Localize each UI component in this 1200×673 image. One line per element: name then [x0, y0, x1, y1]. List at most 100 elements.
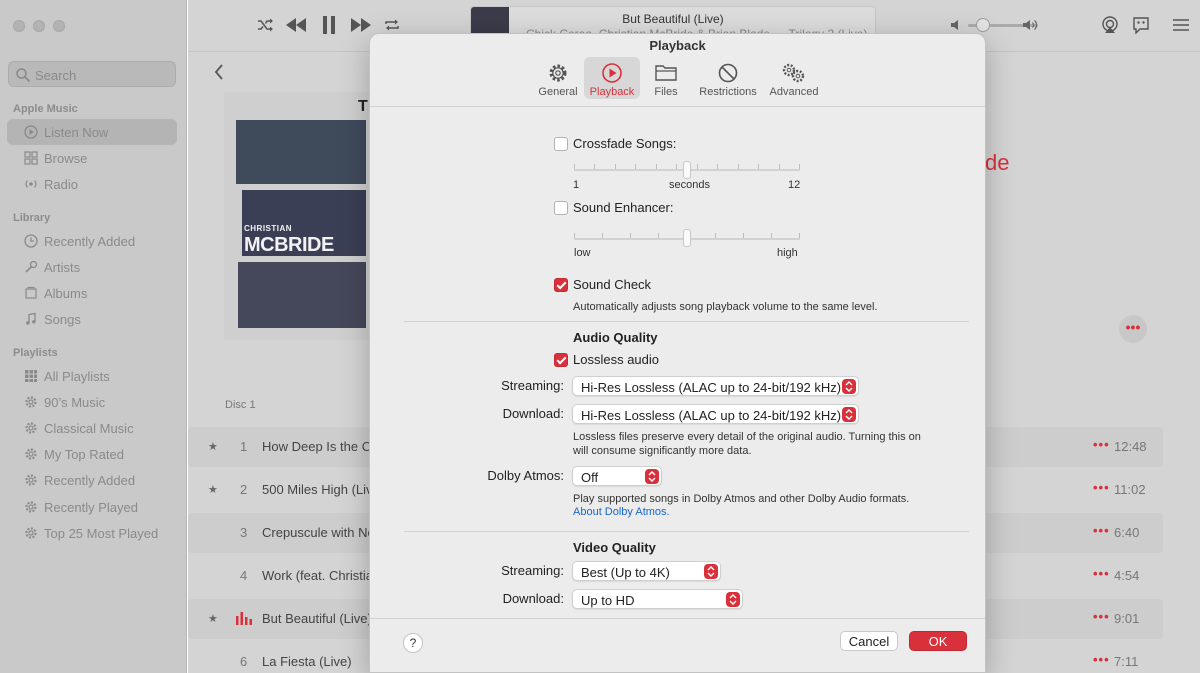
- sidebar-item-recently-played[interactable]: Recently Played: [7, 494, 177, 520]
- track-duration: 6:40: [1114, 525, 1140, 540]
- album-more-button[interactable]: •••: [1119, 315, 1147, 343]
- tab-label: Advanced: [769, 86, 819, 98]
- help-button[interactable]: ?: [403, 633, 423, 653]
- grid-icon: [23, 369, 38, 384]
- sidebar-item-artists[interactable]: Artists: [7, 254, 177, 280]
- sidebar-item-recently-added-playlist[interactable]: Recently Added: [7, 467, 177, 493]
- sidebar-item-90s-music[interactable]: 90’s Music: [7, 389, 177, 415]
- lossless-audio-label: Lossless audio: [573, 352, 659, 367]
- sidebar-item-radio[interactable]: Radio: [7, 171, 177, 197]
- artwork-panel: [236, 120, 366, 184]
- queue-icon[interactable]: [1171, 15, 1191, 35]
- chevron-updown-icon: [726, 592, 740, 607]
- track-more-icon[interactable]: •••: [1093, 652, 1110, 667]
- audio-streaming-select[interactable]: Hi-Res Lossless (ALAC up to 24-bit/192 k…: [572, 376, 859, 396]
- sidebar-item-albums[interactable]: Albums: [7, 280, 177, 306]
- sidebar-item-listen-now[interactable]: Listen Now: [7, 119, 177, 145]
- track-more-icon[interactable]: •••: [1093, 523, 1110, 538]
- sidebar-item-label: Recently Added: [44, 472, 136, 488]
- sidebar-item-label: Songs: [44, 311, 81, 327]
- volume-slider-knob[interactable]: [976, 18, 990, 32]
- section-apple-music: Apple Music: [13, 103, 78, 115]
- music-note-icon: [23, 312, 38, 327]
- sidebar-item-classical-music[interactable]: Classical Music: [7, 415, 177, 441]
- search-input[interactable]: Search: [8, 61, 176, 87]
- sidebar-item-label: Top 25 Most Played: [44, 525, 159, 541]
- tab-label: Restrictions: [699, 86, 757, 98]
- chevron-updown-icon: [842, 407, 856, 422]
- shuffle-icon[interactable]: [256, 16, 274, 34]
- track-title: Crepuscule with Ne: [262, 525, 375, 540]
- tab-label: Playback: [589, 86, 635, 98]
- slider-tick: [758, 164, 759, 169]
- lossless-note-line2: will consume significantly more data.: [573, 445, 752, 457]
- gear-icon: [23, 447, 38, 462]
- pause-button[interactable]: [319, 14, 339, 36]
- airplay-icon[interactable]: [1100, 15, 1120, 35]
- sidebar-item-label: Recently Added: [44, 233, 136, 249]
- sound-check-description: Automatically adjusts song playback volu…: [573, 301, 878, 313]
- slider-tick: [738, 164, 739, 169]
- dolby-atmos-select[interactable]: Off: [572, 466, 662, 486]
- section-library: Library: [13, 212, 51, 224]
- select-value: Off: [581, 470, 599, 485]
- video-streaming-select[interactable]: Best (Up to 4K): [572, 561, 721, 581]
- repeat-icon[interactable]: [383, 16, 401, 34]
- tab-advanced[interactable]: Advanced: [766, 57, 822, 99]
- slider-tick: [574, 233, 575, 238]
- track-duration: 4:54: [1114, 568, 1140, 583]
- track-more-icon[interactable]: •••: [1093, 480, 1110, 495]
- lossless-note-line1: Lossless files preserve every detail of …: [573, 431, 921, 443]
- zoom-window-button[interactable]: [53, 20, 65, 32]
- sidebar-item-recently-added[interactable]: Recently Added: [7, 228, 177, 254]
- sidebar-item-browse[interactable]: Browse: [7, 145, 177, 171]
- minimize-window-button[interactable]: [33, 20, 45, 32]
- video-quality-heading: Video Quality: [573, 540, 656, 555]
- tab-playback[interactable]: Playback: [584, 57, 640, 99]
- tab-general[interactable]: General: [534, 57, 582, 99]
- video-streaming-label: Streaming:: [501, 563, 564, 578]
- audio-download-select[interactable]: Hi-Res Lossless (ALAC up to 24-bit/192 k…: [572, 404, 859, 424]
- audio-download-label: Download:: [502, 406, 564, 421]
- sidebar-item-top-25-most-played[interactable]: Top 25 Most Played: [7, 520, 177, 546]
- track-number: 3: [240, 525, 248, 540]
- close-window-button[interactable]: [13, 20, 25, 32]
- track-more-icon[interactable]: •••: [1093, 437, 1110, 452]
- sidebar-item-label: Browse: [44, 150, 88, 166]
- slider-tick: [635, 164, 636, 169]
- sidebar-item-my-top-rated[interactable]: My Top Rated: [7, 441, 177, 467]
- sidebar-item-label: Classical Music: [44, 420, 134, 436]
- about-dolby-atmos-link[interactable]: About Dolby Atmos.: [573, 506, 670, 518]
- cancel-button[interactable]: Cancel: [840, 631, 898, 651]
- track-more-icon[interactable]: •••: [1093, 566, 1110, 581]
- lyrics-icon[interactable]: [1131, 15, 1151, 35]
- back-button[interactable]: [214, 64, 224, 85]
- chevron-updown-icon: [704, 564, 718, 579]
- slider-knob[interactable]: [683, 161, 691, 179]
- previous-track-icon[interactable]: [284, 15, 308, 35]
- dolby-atmos-label: Dolby Atmos:: [487, 468, 564, 483]
- sidebar-item-songs[interactable]: Songs: [7, 306, 177, 332]
- now-playing-bars-icon: [236, 612, 252, 628]
- volume-high-icon: [1022, 17, 1040, 33]
- sidebar-item-label: 90’s Music: [44, 394, 106, 410]
- tabs-divider: [370, 106, 985, 107]
- tab-files[interactable]: Files: [644, 57, 688, 99]
- select-value: Hi-Res Lossless (ALAC up to 24-bit/192 k…: [581, 408, 842, 423]
- sidebar-item-label: Listen Now: [44, 124, 109, 140]
- track-more-icon[interactable]: •••: [1093, 609, 1110, 624]
- track-duration: 9:01: [1114, 611, 1140, 626]
- enhancer-min-label: low: [574, 247, 591, 259]
- slider-knob[interactable]: [683, 229, 691, 247]
- sound-check-checkbox[interactable]: [554, 278, 568, 292]
- sound-enhancer-checkbox[interactable]: [554, 201, 568, 215]
- sidebar-item-all-playlists[interactable]: All Playlists: [7, 363, 177, 389]
- crossfade-checkbox[interactable]: [554, 137, 568, 151]
- next-track-icon[interactable]: [349, 15, 373, 35]
- video-download-select[interactable]: Up to HD: [572, 589, 743, 609]
- restriction-icon: [718, 63, 738, 83]
- ok-button[interactable]: OK: [909, 631, 967, 651]
- tab-restrictions[interactable]: Restrictions: [696, 57, 760, 99]
- lossless-audio-checkbox[interactable]: [554, 353, 568, 367]
- crossfade-max-label: 12: [788, 179, 801, 191]
